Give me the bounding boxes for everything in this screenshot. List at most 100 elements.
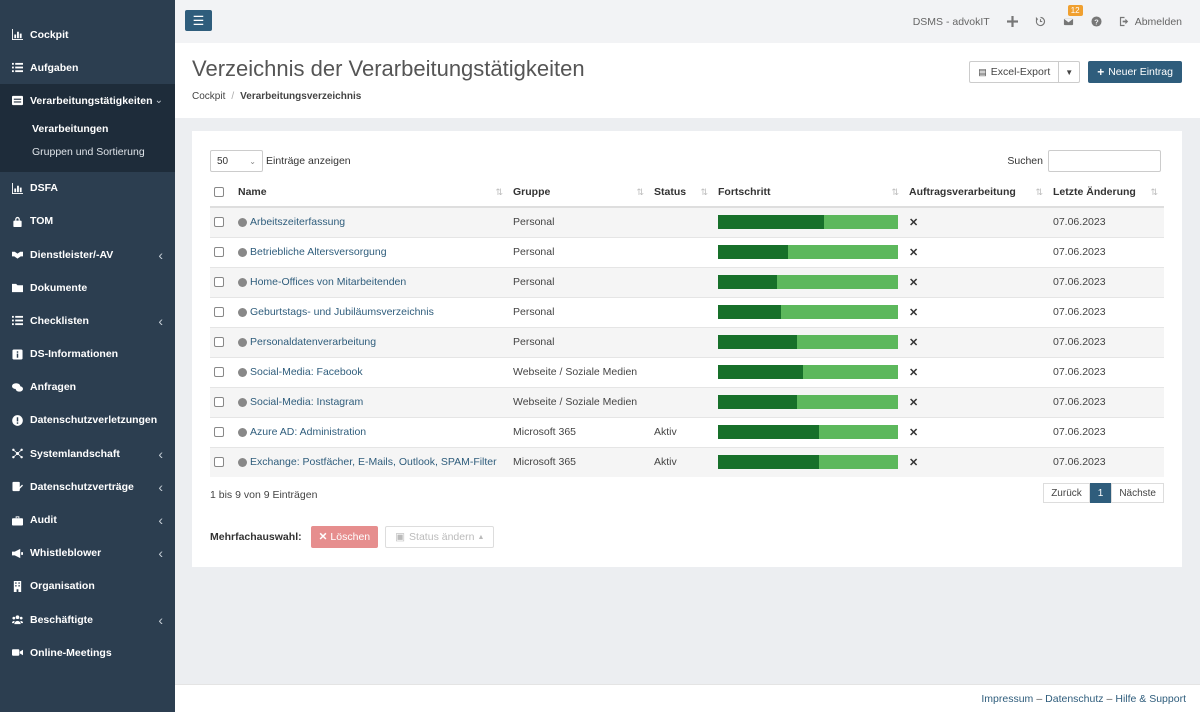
processing-table: Name ⇅ Gruppe ⇅ Status ⇅ Fortschritt ⇅ Auftr… — [210, 178, 1164, 477]
close-icon: ✕ — [909, 396, 919, 409]
table-row[interactable]: Exchange: Postfächer, E-Mails, Outlook, … — [210, 446, 1164, 477]
table-row[interactable]: Arbeitszeiterfassung Personal ✕ 07.06.2023 — [210, 206, 1164, 237]
col-progress[interactable]: Fortschritt ⇅ — [714, 178, 905, 208]
row-name-link[interactable]: Geburtstags- und Jubiläumsverzeichnis — [250, 306, 434, 318]
col-group[interactable]: Gruppe ⇅ — [509, 178, 650, 208]
row-name-link[interactable]: Betriebliche Altersversorgung — [250, 246, 387, 258]
chevron-down-icon: ⌄ — [154, 95, 163, 107]
privacy-link[interactable]: Datenschutz — [1045, 693, 1103, 705]
row-checkbox[interactable] — [214, 397, 224, 408]
pagination-page[interactable]: 1 — [1089, 483, 1112, 503]
sidebar-item-dienstleister-av[interactable]: Dienstleister/-AV ‹ — [0, 238, 175, 271]
col-last-change[interactable]: Letzte Änderung ⇅ — [1049, 178, 1164, 208]
table-row[interactable]: Home-Offices von Mitarbeitenden Personal ✕… — [210, 266, 1164, 297]
breadcrumb-home[interactable]: Cockpit — [192, 91, 225, 102]
footer-separator: – — [1106, 693, 1113, 705]
col-status[interactable]: Status ⇅ — [650, 178, 714, 208]
pagination-next[interactable]: Nächste — [1111, 483, 1164, 503]
row-checkbox[interactable] — [214, 217, 224, 228]
progress-cell — [714, 236, 905, 267]
sidebar-item-online-meetings[interactable]: Online-Meetings — [0, 636, 175, 669]
export-dropdown-toggle[interactable]: ▼ — [1058, 61, 1081, 83]
table-row[interactable]: Social-Media: Facebook Webseite / Soziale… — [210, 356, 1164, 387]
plus-icon: + — [1097, 65, 1105, 79]
close-icon: ✕ — [909, 306, 919, 319]
plus-icon[interactable] — [1006, 16, 1018, 27]
sidebar-item-systemlandschaft[interactable]: Systemlandschaft ‹ — [0, 437, 175, 470]
sidebar-item-label: Audit — [30, 514, 57, 527]
sidebar-item-cockpit[interactable]: Cockpit — [0, 18, 175, 51]
sidebar-item-label: Datenschutzverletzungen — [30, 414, 158, 427]
progress-bar-fill — [718, 395, 798, 409]
table-info: 1 bis 9 von 9 Einträgen — [210, 489, 318, 501]
sidebar-subitem-verarbeitungen[interactable]: Verarbeitungen — [0, 118, 175, 141]
help-link[interactable]: Hilfe & Support — [1115, 693, 1186, 705]
sidebar-item-ds-informationen[interactable]: DS-Informationen — [0, 338, 175, 371]
select-all-checkbox[interactable] — [214, 187, 224, 198]
excel-export-button[interactable]: ▤ Excel-Export — [969, 61, 1059, 83]
row-name-link[interactable]: Azure AD: Administration — [250, 426, 366, 438]
sidebar-item-datenschutzverletzungen[interactable]: Datenschutzverletzungen — [0, 404, 175, 437]
processor-cell: ✕ — [905, 206, 1049, 237]
progress-bar-fill — [718, 245, 789, 259]
close-icon: ✕ — [909, 246, 919, 259]
row-name-link[interactable]: Arbeitszeiterfassung — [250, 216, 345, 228]
row-checkbox[interactable] — [214, 307, 224, 318]
chevron-left-icon: ‹ — [158, 445, 163, 462]
new-entry-button[interactable]: + Neuer Eintrag — [1088, 61, 1182, 83]
close-icon: ✕ — [909, 366, 919, 379]
pagination-prev[interactable]: Zurück — [1043, 483, 1090, 503]
col-processor[interactable]: Auftragsverarbeitung ⇅ — [905, 178, 1049, 208]
search-input[interactable] — [1048, 150, 1161, 172]
table-icon — [12, 95, 23, 106]
row-name-link[interactable]: Home-Offices von Mitarbeitenden — [250, 276, 406, 288]
row-name-link[interactable]: Exchange: Postfächer, E-Mails, Outlook, … — [250, 456, 497, 468]
sidebar-item-dsfa[interactable]: DSFA — [0, 172, 175, 205]
table-row[interactable]: Azure AD: Administration Microsoft 365 Akt… — [210, 416, 1164, 447]
table-row[interactable]: Geburtstags- und Jubiläumsverzeichnis Per… — [210, 296, 1164, 327]
row-checkbox[interactable] — [214, 367, 224, 378]
impressum-link[interactable]: Impressum — [981, 693, 1033, 705]
col-name[interactable]: Name ⇅ — [234, 178, 509, 208]
video-icon — [12, 647, 23, 658]
sidebar-item-checklisten[interactable]: Checklisten ‹ — [0, 304, 175, 337]
help-icon[interactable]: ? — [1091, 16, 1102, 27]
sidebar-item-verarbeitungstatigkeiten[interactable]: Verarbeitungstätigkeiten ⌄ — [0, 84, 175, 118]
sidebar-item-label: Organisation — [30, 580, 95, 593]
row-checkbox[interactable] — [214, 337, 224, 348]
sidebar-item-audit[interactable]: Audit ‹ — [0, 503, 175, 536]
table-row[interactable]: Personaldatenverarbeitung Personal ✕ 07.06.… — [210, 326, 1164, 357]
org-selector[interactable]: DSMS - advokIT — [913, 16, 990, 28]
table-header-row: Name ⇅ Gruppe ⇅ Status ⇅ Fortschritt ⇅ Auftr… — [210, 178, 1164, 208]
delete-button[interactable]: ✕ Löschen — [310, 526, 379, 548]
sidebar-item-whistleblower[interactable]: Whistleblower ‹ — [0, 537, 175, 570]
row-checkbox[interactable] — [214, 277, 224, 288]
row-checkbox[interactable] — [214, 427, 224, 438]
sidebar-item-dokumente[interactable]: Dokumente — [0, 271, 175, 304]
notifications-icon[interactable]: 12 — [1063, 5, 1083, 27]
sidebar-subitem-gruppen-und-sortierung[interactable]: Gruppen und Sortierung — [0, 141, 175, 164]
logout-link[interactable]: Abmelden — [1119, 16, 1182, 28]
name-cell: Social-Media: Instagram — [234, 386, 509, 417]
menu-toggle-button[interactable]: ☰ — [185, 10, 212, 31]
row-name-link[interactable]: Social-Media: Instagram — [250, 396, 363, 408]
row-checkbox[interactable] — [214, 247, 224, 258]
row-name-link[interactable]: Social-Media: Facebook — [250, 366, 363, 378]
change-status-button[interactable]: ▣ Status ändern ▲ — [385, 526, 495, 548]
bulk-actions: Mehrfachauswahl: ✕ Löschen ▣ Status ändern… — [210, 526, 495, 548]
row-name-link[interactable]: Personaldatenverarbeitung — [250, 336, 376, 348]
history-icon[interactable] — [1035, 16, 1046, 27]
row-checkbox[interactable] — [214, 457, 224, 468]
close-icon: ✕ — [909, 336, 919, 349]
sidebar-item-datenschutzvertrage[interactable]: Datenschutzverträge ‹ — [0, 470, 175, 503]
table-row[interactable]: Social-Media: Instagram Webseite / Sozial… — [210, 386, 1164, 417]
sidebar-item-anfragen[interactable]: Anfragen — [0, 371, 175, 404]
caret-down-icon: ▼ — [1065, 67, 1074, 77]
sidebar-item-aufgaben[interactable]: Aufgaben — [0, 51, 175, 84]
table-row[interactable]: Betriebliche Altersversorgung Personal ✕ 07… — [210, 236, 1164, 267]
sidebar-item-organisation[interactable]: Organisation — [0, 570, 175, 603]
sidebar-item-tom[interactable]: TOM — [0, 205, 175, 238]
sidebar-item-label: Aufgaben — [30, 61, 79, 74]
sidebar-item-beschaftigte[interactable]: Beschäftigte ‹ — [0, 603, 175, 636]
page-length-select[interactable]: 50 ⌄ — [210, 150, 263, 172]
